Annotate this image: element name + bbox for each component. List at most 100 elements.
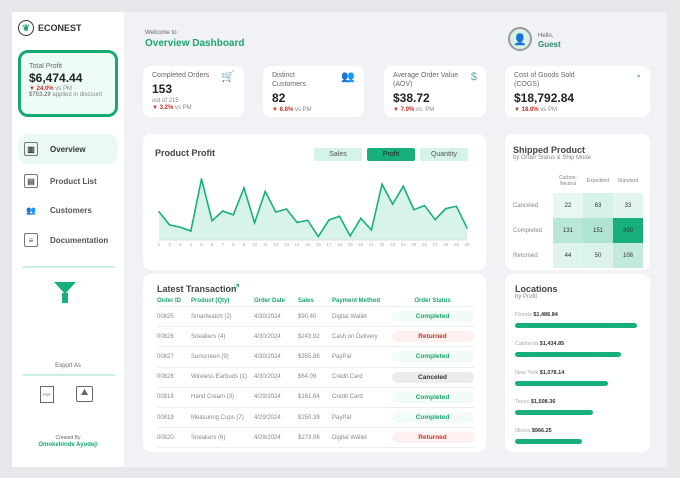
location-value: $1,434.85 [539, 341, 565, 347]
overview-icon: ▥ [24, 142, 38, 156]
external-link-icon[interactable]: ↗ [232, 282, 240, 293]
status-badge: Completed [391, 412, 474, 424]
data-point [296, 221, 298, 224]
table-cell: PayPal [332, 407, 390, 429]
users-icon: 👥 [26, 205, 36, 215]
kpi-suffix: vs PM [174, 105, 192, 112]
heatmap-cell: 131 [553, 218, 583, 243]
kpi-distinct-customers: 👥 Distinct Customers 82 ▼ 6.8% vs PM [263, 66, 364, 117]
data-point [275, 211, 277, 213]
kpi-suffix: vs PM [294, 106, 312, 113]
x-tick-label: 7 [221, 242, 224, 247]
credit-label: Created By [55, 435, 81, 441]
table-cell: Credit Card [332, 367, 390, 388]
discount-value: $753.29 [29, 92, 51, 98]
main-area: Welcome to Overview Dashboard 👤 Hello, G… [124, 12, 667, 467]
location-label: Texas $1,508.36 [515, 399, 555, 405]
heatmap-row: Returned 44 50 108 [513, 243, 643, 268]
table-cell: Sunscreen (9) [191, 346, 254, 368]
column-header[interactable]: Product (Qty) [191, 296, 254, 307]
x-tick-label: 26 [422, 242, 428, 247]
x-tick-label: 16 [316, 242, 322, 247]
product-profit-card: Product Profit Sales Profit Quantity 123… [143, 134, 486, 270]
sidebar-item-product-list[interactable]: ▤ Product List [18, 166, 118, 196]
heatmap-cell: 22 [553, 193, 583, 218]
nav-label: Customers [50, 205, 92, 215]
location-name: Florida [515, 312, 532, 318]
welcome-text: Welcome to [145, 30, 177, 36]
x-tick-label: 4 [190, 242, 193, 247]
leaf-icon: ❦ [18, 20, 34, 36]
location-label: Florida $1,486.84 [515, 312, 558, 318]
nav-label: Product List [50, 176, 97, 186]
row-label: Returned [513, 252, 538, 259]
data-point [328, 219, 330, 221]
column-header[interactable]: Payment Method [332, 296, 390, 307]
sidebar-item-overview[interactable]: ▥ Overview [18, 134, 118, 164]
table-row[interactable]: 00826 Sneakers (4) 4/30/2024 $243.92 Cash on… [157, 326, 475, 348]
table-row[interactable]: 00820 Sneakers (6) 4/29/2024 $273.06 Digital… [157, 427, 475, 449]
x-tick-label: 8 [232, 242, 235, 247]
data-point [253, 221, 256, 224]
pie-chart-icon: ◔ [634, 71, 641, 83]
export-image-icon[interactable]: ⛰ [76, 386, 93, 402]
table-cell: $355.86 [298, 346, 332, 368]
x-tick-label: 19 [348, 242, 354, 247]
table-row[interactable]: 00818 Hand Cream (3) 4/29/2024 $161.64 Credi… [157, 387, 475, 408]
table-cell: 4/29/2024 [254, 407, 298, 429]
x-tick-label: 24 [401, 242, 407, 247]
data-point [381, 183, 383, 185]
x-tick-label: 17 [326, 242, 332, 247]
data-point [455, 205, 458, 208]
table-cell: $273.06 [298, 427, 332, 449]
table-row[interactable]: 00828 Wireless Earbuds (1) 4/30/2024 $64.09… [157, 367, 475, 388]
export-pdf-icon[interactable]: PDF [40, 386, 54, 403]
column-header[interactable]: Order Date [254, 296, 298, 307]
discount-label: applied in discount [52, 92, 103, 98]
data-point [211, 219, 213, 222]
table-cell: $243.92 [298, 326, 332, 348]
location-name: Illinois [515, 428, 531, 434]
heatmap-cell: 44 [553, 243, 583, 268]
x-tick-label: 6 [211, 242, 214, 247]
x-tick-label: 30 [464, 242, 470, 247]
data-point [413, 208, 415, 211]
table-cell: $64.09 [298, 367, 332, 388]
column-header[interactable]: Order ID [157, 296, 191, 307]
table-cell: 4/30/2024 [254, 326, 298, 348]
table-cell: 00818 [157, 387, 191, 408]
profit-area [159, 179, 467, 240]
corner [513, 168, 553, 193]
column-header[interactable]: Order Status [390, 296, 475, 307]
hello-text: Hello, [538, 33, 554, 39]
table-row[interactable]: 00825 Smartwatch (2) 4/30/2024 $90.40 Digita… [157, 306, 475, 328]
sidebar-item-customers[interactable]: 👥 Customers [18, 195, 118, 225]
location-name: California [515, 341, 539, 347]
x-tick-label: 20 [358, 242, 364, 247]
data-point [243, 187, 245, 189]
table-cell: Digital Wallet [332, 427, 390, 449]
x-tick-label: 29 [454, 242, 460, 247]
total-profit-card: Total Profit $6,474.44 ▼ 24.0% vs PM $75… [18, 50, 118, 117]
data-point [200, 178, 203, 180]
location-bar [515, 323, 637, 328]
col-header: Expedited [586, 177, 610, 184]
x-tick-label: 15 [305, 242, 311, 247]
kpi-value: 82 [272, 90, 286, 105]
locations-card: Locations by Profit Florida $1,486.84 Cal… [505, 274, 650, 452]
kpi-change: ▼ 6.8% [272, 106, 294, 113]
total-profit-label: Total Profit [29, 63, 63, 70]
column-header[interactable]: Sales [298, 296, 332, 307]
x-tick-label: 28 [443, 242, 449, 247]
locations-subtitle: by Profit [515, 294, 538, 300]
table-row[interactable]: 00819 Measuring Cups (7) 4/29/2024 $250.39 P… [157, 407, 475, 429]
sidebar-item-documentation[interactable]: ≡ Documentation [18, 225, 118, 255]
location-bar [515, 410, 594, 415]
x-tick-label: 21 [369, 242, 375, 247]
users-icon: 👥 [341, 71, 355, 83]
data-point [434, 218, 436, 221]
table-row[interactable]: 00827 Sunscreen (9) 4/30/2024 $355.86 PayPal… [157, 346, 475, 368]
avatar[interactable]: 👤 [508, 27, 532, 51]
table-cell: $90.40 [298, 306, 332, 328]
x-tick-label: 1 [158, 242, 161, 247]
